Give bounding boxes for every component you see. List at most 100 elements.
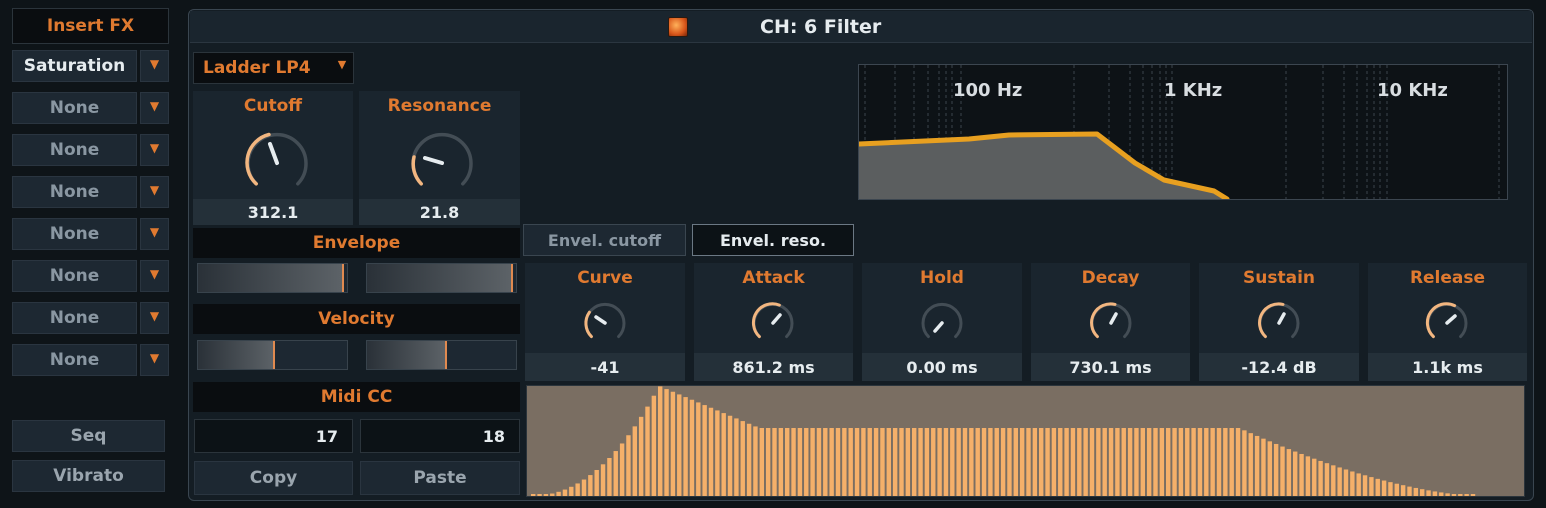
envelope-bar: [1299, 453, 1304, 496]
sustain-label: Sustain: [1243, 268, 1315, 288]
envelope-bar: [1337, 467, 1342, 496]
fx-slot-8[interactable]: None: [12, 344, 137, 376]
envelope-bar: [873, 428, 879, 496]
fx-slot-3-dropdown[interactable]: ▼: [140, 134, 169, 166]
vibrato-button[interactable]: Vibrato: [12, 460, 165, 492]
fx-slot-1-dropdown[interactable]: ▼: [140, 50, 169, 82]
fx-slot-1[interactable]: Saturation: [12, 50, 137, 82]
paste-button[interactable]: Paste: [360, 461, 520, 495]
envelope-bar: [1413, 487, 1419, 496]
envelope-bar: [727, 415, 733, 496]
envelope-bar: [1420, 489, 1425, 496]
envelope-bar: [1077, 428, 1082, 496]
filter-type-select[interactable]: Ladder LP4: [193, 52, 354, 84]
envelope-bar: [1108, 428, 1114, 496]
envelope-bar: [1070, 428, 1076, 496]
envelope-bar: [702, 405, 707, 496]
envelope-bar: [1286, 449, 1292, 496]
envelope-bar: [962, 428, 968, 496]
attack-value: 861.2 ms: [694, 353, 853, 381]
resonance-knob[interactable]: [408, 129, 476, 197]
fx-slot-8-dropdown[interactable]: ▼: [140, 344, 169, 376]
fx-slot-2-dropdown[interactable]: ▼: [140, 92, 169, 124]
envelope-bar: [1007, 428, 1012, 496]
envelope-bar: [791, 428, 796, 496]
cutoff-label: Cutoff: [243, 96, 303, 116]
envelope-bar: [816, 428, 822, 496]
envelope-bar: [1115, 428, 1120, 496]
envelope-bar: [1273, 443, 1279, 496]
envelope-cutoff-amount-slider[interactable]: [197, 263, 348, 293]
envelope-bar: [1026, 428, 1031, 496]
envelope-bar: [575, 483, 580, 496]
envelope-bar: [1362, 475, 1368, 496]
tab-envel-reso[interactable]: Envel. reso.: [692, 224, 854, 256]
envelope-bar: [1312, 458, 1317, 496]
envelope-bar: [1216, 428, 1222, 496]
fx-slot-2[interactable]: None: [12, 92, 137, 124]
fx-slot-4-dropdown[interactable]: ▼: [140, 176, 169, 208]
cutoff-knob[interactable]: [243, 129, 311, 197]
envelope-bar: [708, 407, 714, 496]
sustain-knob[interactable]: [1257, 301, 1301, 345]
fx-slot-7-dropdown[interactable]: ▼: [140, 302, 169, 334]
envelope-bar: [1223, 428, 1228, 496]
sustain-value: -12.4 dB: [1199, 353, 1359, 381]
cutoff-cc-field[interactable]: 17: [194, 419, 353, 453]
velocity-section-label: Velocity: [193, 304, 520, 334]
envelope-bar: [943, 428, 949, 496]
envelope-bar: [1464, 494, 1469, 496]
cutoff-value: 312.1: [193, 199, 353, 225]
power-toggle-icon[interactable]: [668, 17, 688, 37]
fx-slot-5-dropdown[interactable]: ▼: [140, 218, 169, 250]
velocity-cutoff-amount-slider[interactable]: [197, 340, 348, 370]
decay-knob[interactable]: [1089, 301, 1133, 345]
fx-slot-4[interactable]: None: [12, 176, 137, 208]
attack-label: Attack: [742, 268, 805, 288]
envelope-bar: [1121, 428, 1126, 496]
tab-envel-cutoff[interactable]: Envel. cutoff: [523, 224, 686, 256]
envelope-bar: [778, 428, 784, 496]
envelope-bar: [1204, 428, 1209, 496]
fx-slot-5[interactable]: None: [12, 218, 137, 250]
envelope-bar: [1381, 480, 1387, 496]
envelope-bar: [550, 493, 555, 496]
envelope-bar: [1019, 428, 1025, 496]
envelope-bar: [1394, 483, 1399, 496]
fx-slot-7[interactable]: None: [12, 302, 137, 334]
envelope-bar: [588, 475, 593, 496]
attack-knob[interactable]: [751, 301, 795, 345]
envelope-bar: [918, 428, 923, 496]
copy-button[interactable]: Copy: [194, 461, 353, 495]
envelope-bar: [531, 494, 536, 496]
release-knob[interactable]: [1425, 301, 1469, 345]
envelope-bar: [632, 426, 637, 496]
envelope-bar: [1388, 482, 1393, 496]
envelope-bar: [1185, 428, 1190, 496]
envelope-bar: [1331, 465, 1336, 496]
resonance-value: 21.8: [359, 199, 520, 225]
fx-slot-3[interactable]: None: [12, 134, 137, 166]
reso-cc-field[interactable]: 18: [360, 419, 520, 453]
hold-knob[interactable]: [920, 301, 964, 345]
envelope-bar: [931, 428, 936, 496]
envelope-bar: [1089, 428, 1095, 496]
curve-knob[interactable]: [583, 301, 627, 345]
envelope-bar: [1318, 460, 1323, 496]
chevron-down-icon[interactable]: ▼: [333, 52, 351, 80]
envelope-bar: [581, 479, 587, 496]
envelope-bar: [1267, 441, 1272, 496]
envelope-bar: [1293, 451, 1298, 496]
envelope-reso-amount-slider[interactable]: [366, 263, 517, 293]
envelope-bar: [956, 428, 961, 496]
fx-slot-6[interactable]: None: [12, 260, 137, 292]
fx-slot-6-dropdown[interactable]: ▼: [140, 260, 169, 292]
envelope-bar: [880, 428, 885, 496]
panel-title: CH: 6 Filter: [760, 16, 882, 38]
envelope-bar: [753, 426, 758, 496]
envelope-bar: [950, 428, 955, 496]
envelope-bar: [715, 410, 720, 496]
envelope-bar: [1146, 428, 1152, 496]
velocity-reso-amount-slider[interactable]: [366, 340, 517, 370]
seq-button[interactable]: Seq: [12, 420, 165, 452]
